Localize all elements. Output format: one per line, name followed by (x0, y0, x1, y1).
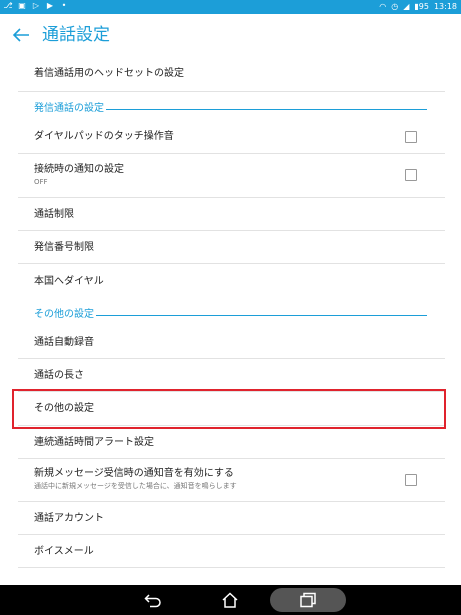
setting-summary: 通話中に新規メッセージを受信した場合に、通知音を鳴らします (34, 482, 237, 490)
connect-notify-checkbox[interactable] (405, 169, 417, 181)
page-title: 通話設定 (42, 25, 110, 45)
setting-sms-alert[interactable]: 新規メッセージ受信時の通知音を有効にする 通話中に新規メッセージを受信した場合に… (18, 459, 445, 502)
dot-icon: • (61, 1, 67, 10)
back-arrow-icon[interactable] (10, 24, 32, 46)
home-icon (222, 592, 238, 608)
setting-call-account[interactable]: 通話アカウント (18, 502, 445, 535)
alarm-icon: ◷ (391, 2, 399, 11)
image-icon: ▣ (18, 1, 26, 10)
usb-icon: ⎇ (3, 1, 13, 10)
setting-label: 新規メッセージ受信時の通知音を有効にする (34, 468, 234, 479)
sms-alert-checkbox[interactable] (405, 474, 417, 486)
signal-icon: ◢ (403, 2, 410, 11)
setting-continuous-alert[interactable]: 連続通話時間アラート設定 (18, 426, 445, 459)
play-icon: ▷ (32, 1, 40, 10)
nav-recent-apps-button[interactable] (270, 588, 346, 612)
navigation-bar (0, 585, 461, 615)
setting-home-dial[interactable]: 本国へダイヤル (18, 264, 445, 301)
section-header-outgoing: 発信通話の設定 (18, 99, 445, 119)
recent-apps-icon (300, 592, 316, 608)
setting-label: ダイヤルパッドのタッチ操作音 (34, 131, 174, 142)
setting-label: 通話自動録音 (34, 337, 94, 348)
setting-fdn[interactable]: 発信番号制限 (18, 231, 445, 264)
play-store-icon: ▶ (46, 1, 54, 10)
setting-auto-record[interactable]: 通話自動録音 (18, 326, 445, 359)
back-icon (144, 594, 161, 608)
nav-home-button[interactable] (212, 588, 248, 612)
setting-connect-notify[interactable]: 接続時の通知の設定 OFF (18, 154, 445, 198)
battery-level: 95 (418, 2, 429, 11)
setting-label: 通話アカウント (34, 513, 104, 524)
nav-back-button[interactable] (135, 588, 171, 612)
setting-label: 通話制限 (34, 209, 74, 220)
setting-call-duration[interactable]: 通話の長さ (18, 359, 445, 392)
setting-label: 発信番号制限 (34, 242, 94, 253)
setting-label: 本国へダイヤル (34, 276, 104, 287)
clock: 13:18 (433, 2, 457, 11)
setting-headset[interactable]: 着信通話用のヘッドセットの設定 (18, 56, 445, 92)
setting-label: 接続時の通知の設定 (34, 164, 124, 175)
setting-dialpad-tone[interactable]: ダイヤルパッドのタッチ操作音 (18, 120, 445, 154)
setting-voicemail[interactable]: ボイスメール (18, 535, 445, 568)
setting-label: 通話の長さ (34, 370, 84, 381)
action-bar: 通話設定 (0, 14, 461, 56)
status-bar: ⎇ ▣ ▷ ▶ • ◠ ◷ ◢ ▮95 13:18 (0, 0, 461, 14)
setting-label: ボイスメール (34, 546, 94, 557)
wifi-icon: ◠ (379, 2, 387, 11)
section-label: 発信通話の設定 (34, 103, 106, 115)
setting-call-barring[interactable]: 通話制限 (18, 198, 445, 231)
setting-label: 着信通話用のヘッドセットの設定 (34, 68, 184, 79)
battery-icon: ▮95 (414, 2, 429, 11)
dialpad-tone-checkbox[interactable] (405, 131, 417, 143)
setting-summary: OFF (34, 178, 48, 186)
section-header-other: その他の設定 (18, 305, 445, 325)
highlight-box (12, 389, 446, 429)
section-label: その他の設定 (34, 309, 96, 321)
setting-label: 連続通話時間アラート設定 (34, 437, 154, 448)
